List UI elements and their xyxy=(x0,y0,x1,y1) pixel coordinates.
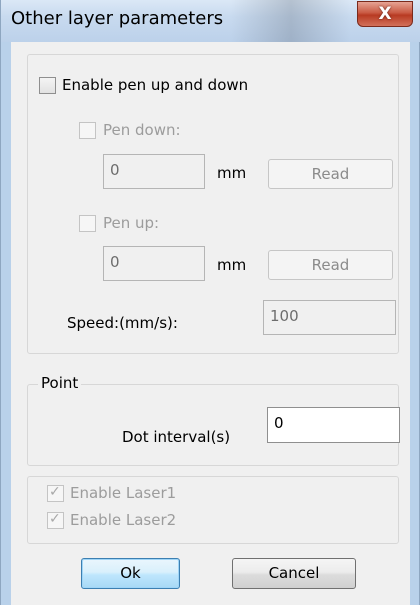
title-bar[interactable]: Other layer parameters X xyxy=(1,0,420,42)
dialog-window: Other layer parameters X Enable pen up a… xyxy=(0,0,420,605)
pen-up-unit: mm xyxy=(217,256,247,274)
pen-down-read-button[interactable]: Read xyxy=(268,159,393,189)
window-title: Other layer parameters xyxy=(11,8,224,29)
close-icon: X xyxy=(378,4,392,24)
pen-up-input[interactable]: 0 xyxy=(103,246,205,281)
pen-up-read-button[interactable]: Read xyxy=(268,250,393,280)
title-bar-shade xyxy=(231,0,351,42)
check-icon: ✓ xyxy=(49,484,61,500)
pen-down-input[interactable]: 0 xyxy=(103,154,205,189)
enable-pen-checkbox[interactable] xyxy=(39,77,56,94)
dialog-client-area: Enable pen up and down Pen down: 0 mm Re… xyxy=(11,42,410,605)
enable-pen-label: Enable pen up and down xyxy=(62,76,249,94)
pen-down-label: Pen down: xyxy=(103,121,181,139)
pen-up-checkbox[interactable] xyxy=(79,215,96,232)
check-icon: ✓ xyxy=(49,511,61,527)
ok-button[interactable]: Ok xyxy=(81,558,180,589)
close-button[interactable]: X xyxy=(357,1,413,27)
pen-down-unit: mm xyxy=(217,164,247,182)
dot-interval-label: Dot interval(s) xyxy=(122,428,231,446)
dot-interval-input[interactable]: 0 xyxy=(267,407,400,443)
laser2-label: Enable Laser2 xyxy=(70,511,177,529)
speed-input[interactable]: 100 xyxy=(263,300,396,335)
pen-up-label: Pen up: xyxy=(103,214,160,232)
laser2-checkbox[interactable]: ✓ xyxy=(47,511,64,529)
point-group-label: Point xyxy=(38,374,82,392)
laser1-label: Enable Laser1 xyxy=(70,484,177,502)
speed-label: Speed:(mm/s): xyxy=(67,314,178,332)
laser1-checkbox[interactable]: ✓ xyxy=(47,484,64,502)
pen-down-checkbox[interactable] xyxy=(79,122,96,139)
cancel-button[interactable]: Cancel xyxy=(232,558,356,589)
